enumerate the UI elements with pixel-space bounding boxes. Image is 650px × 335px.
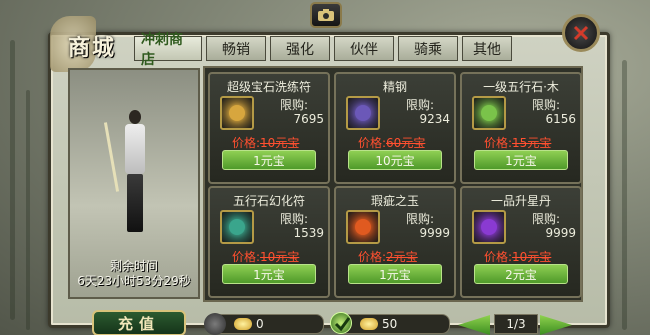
limit-label: 限购:: [280, 212, 309, 226]
refined-steel-icon[interactable]: [346, 96, 380, 130]
shop-item-card[interactable]: 瑕疵之玉 限购: 9999 价格:2元宝 1元宝: [334, 186, 456, 298]
character-preview: 剩余时间 6天23小时53分29秒: [68, 68, 200, 299]
price-old: 10元宝: [260, 136, 300, 150]
tab-partner[interactable]: 伙伴: [334, 36, 394, 61]
price-label: 价格:: [358, 136, 387, 150]
checkmark-icon: [334, 317, 351, 332]
game-screen: 商城 冲刺商店 畅销 强化 伙伴 骑乘 其他 剩余时间 6天23小时53分29秒…: [0, 0, 650, 335]
price-old: 10元宝: [260, 250, 300, 264]
item-name: 精钢: [382, 80, 407, 94]
price-old: 10元宝: [512, 250, 552, 264]
shop-item-card[interactable]: 超级宝石洗练符 限购: 7695 价格:10元宝 1元宝: [208, 72, 330, 184]
item-name: 瑕疵之玉: [370, 194, 419, 208]
gold-ingot-icon: [234, 318, 252, 330]
price-old: 2元宝: [386, 250, 418, 264]
buy-button[interactable]: 1元宝: [348, 264, 442, 284]
tab-bestseller[interactable]: 畅销: [206, 36, 266, 61]
original-price: 价格:60元宝: [358, 134, 425, 151]
shop-item-card[interactable]: 一级五行石·木 限购: 6156 价格:15元宝 1元宝: [460, 72, 582, 184]
item-name: 一级五行石·木: [483, 80, 559, 94]
camera-icon: [318, 9, 334, 21]
close-button[interactable]: [562, 14, 600, 52]
item-name: 超级宝石洗练符: [226, 80, 311, 94]
price-label: 价格:: [232, 250, 261, 264]
original-price: 价格:10元宝: [484, 248, 551, 265]
original-price: 价格:10元宝: [232, 134, 299, 151]
buy-button[interactable]: 10元宝: [348, 150, 442, 170]
tab-sprint-shop[interactable]: 冲刺商店: [134, 32, 202, 68]
limit-label: 限购:: [406, 212, 435, 226]
buy-button[interactable]: 1元宝: [474, 150, 568, 170]
shop-item-card[interactable]: 五行石幻化符 限购: 1539 价格:10元宝 1元宝: [208, 186, 330, 298]
price-label: 价格:: [484, 136, 513, 150]
limit-label: 限购:: [532, 98, 561, 112]
bound-gold-icon: [360, 318, 378, 330]
original-price: 价格:10元宝: [232, 248, 299, 265]
character-model: [103, 110, 148, 240]
star-pill-icon[interactable]: [472, 210, 506, 244]
shop-tabs: 冲刺商店 畅销 强化 伙伴 骑乘 其他: [134, 32, 512, 68]
price-old: 60元宝: [386, 136, 426, 150]
currency-a-value: 0: [256, 317, 264, 331]
buy-button[interactable]: 1元宝: [222, 264, 316, 284]
wood-element-stone-icon[interactable]: [472, 96, 506, 130]
limit-value: 6156: [545, 112, 576, 126]
limit-value: 9234: [419, 112, 450, 126]
price-label: 价格:: [484, 250, 513, 264]
original-price: 价格:2元宝: [358, 248, 418, 265]
limit-label: 限购:: [406, 98, 435, 112]
element-transform-talisman-icon[interactable]: [220, 210, 254, 244]
tab-enhance[interactable]: 强化: [270, 36, 330, 61]
item-name: 一品升星丹: [490, 194, 551, 208]
currency-b-value: 50: [382, 317, 398, 331]
buy-button[interactable]: 1元宝: [222, 150, 316, 170]
item-name: 五行石幻化符: [232, 194, 305, 208]
price-label: 价格:: [358, 250, 387, 264]
limit-label: 限购:: [280, 98, 309, 112]
close-icon: [573, 25, 589, 41]
remaining-time-value: 6天23小时53分29秒: [77, 274, 191, 288]
original-price: 价格:15元宝: [484, 134, 551, 151]
buy-button[interactable]: 2元宝: [474, 264, 568, 284]
flawed-jade-icon[interactable]: [346, 210, 380, 244]
limit-value: 9999: [545, 226, 576, 240]
tab-mount[interactable]: 骑乘: [398, 36, 458, 61]
currency-a-toggle[interactable]: [204, 313, 226, 335]
shop-item-grid: 超级宝石洗练符 限购: 7695 价格:10元宝 1元宝 精钢 限购: 9234…: [203, 66, 583, 302]
price-old: 15元宝: [512, 136, 552, 150]
tab-other[interactable]: 其他: [462, 36, 512, 61]
limit-value: 7695: [293, 112, 324, 126]
gem-wash-talisman-icon[interactable]: [220, 96, 254, 130]
shop-item-card[interactable]: 一品升星丹 限购: 9999 价格:10元宝 2元宝: [460, 186, 582, 298]
limit-value: 9999: [419, 226, 450, 240]
currency-b-toggle[interactable]: [330, 312, 352, 334]
bamboo-decoration: [10, 40, 15, 320]
limit-value: 1539: [293, 226, 324, 240]
shop-item-card[interactable]: 精钢 限购: 9234 价格:60元宝 10元宝: [334, 72, 456, 184]
price-label: 价格:: [232, 136, 261, 150]
bamboo-decoration: [622, 60, 627, 330]
camera-button[interactable]: [310, 2, 342, 28]
limit-label: 限购:: [532, 212, 561, 226]
recharge-button[interactable]: 充值: [92, 310, 186, 335]
shop-title: 商城: [68, 36, 117, 61]
bamboo-decoration: [26, 90, 30, 330]
page-indicator: 1/3: [494, 314, 538, 334]
